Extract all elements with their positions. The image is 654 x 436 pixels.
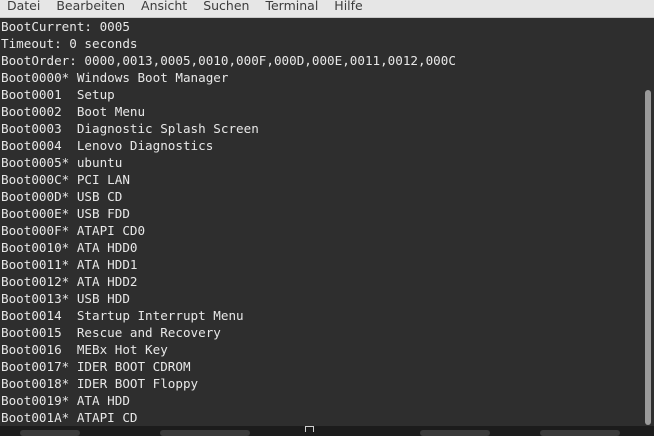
terminal-line: Boot0001 Setup	[1, 87, 115, 102]
terminal-line: Boot0014 Startup Interrupt Menu	[1, 308, 244, 323]
terminal-window: Datei Bearbeiten Ansicht Suchen Terminal…	[0, 0, 654, 436]
desktop-shape	[420, 430, 490, 436]
terminal-line: Boot0016 MEBx Hot Key	[1, 342, 168, 357]
mouse-cursor-icon	[305, 426, 314, 432]
terminal-line: BootOrder: 0000,0013,0005,0010,000F,000D…	[1, 53, 456, 68]
terminal-output[interactable]: BootCurrent: 0005 Timeout: 0 seconds Boo…	[0, 18, 643, 426]
vertical-scrollbar[interactable]	[643, 18, 654, 426]
terminal-line: Boot0017* IDER BOOT CDROM	[1, 359, 191, 374]
terminal-line: Boot0000* Windows Boot Manager	[1, 70, 229, 85]
menu-suchen[interactable]: Suchen	[195, 0, 257, 14]
terminal-line: Boot0004 Lenovo Diagnostics	[1, 138, 214, 153]
menubar: Datei Bearbeiten Ansicht Suchen Terminal…	[0, 0, 654, 18]
terminal-line: Boot001A* ATAPI CD	[1, 410, 138, 425]
terminal-line: Timeout: 0 seconds	[1, 36, 138, 51]
menu-hilfe[interactable]: Hilfe	[326, 0, 370, 14]
menu-ansicht[interactable]: Ansicht	[133, 0, 195, 14]
terminal-line: Boot0015 Rescue and Recovery	[1, 325, 221, 340]
desktop-shape	[160, 430, 250, 436]
terminal-line: Boot0010* ATA HDD0	[1, 240, 138, 255]
terminal-line: Boot000C* PCI LAN	[1, 172, 130, 187]
terminal-line: Boot0018* IDER BOOT Floppy	[1, 376, 199, 391]
menu-terminal[interactable]: Terminal	[257, 0, 326, 14]
terminal-line: Boot0019* ATA HDD	[1, 393, 130, 408]
terminal-line: Boot000E* USB FDD	[1, 206, 130, 221]
terminal-line: Boot0002 Boot Menu	[1, 104, 146, 119]
scrollbar-thumb[interactable]	[645, 90, 651, 425]
desktop-shape	[540, 430, 620, 436]
terminal-line: BootCurrent: 0005	[1, 19, 130, 34]
terminal-line: Boot0003 Diagnostic Splash Screen	[1, 121, 259, 136]
terminal-line: Boot000D* USB CD	[1, 189, 123, 204]
terminal-line: Boot0005* ubuntu	[1, 155, 123, 170]
terminal-line: Boot0011* ATA HDD1	[1, 257, 138, 272]
desktop-background-strip	[0, 426, 654, 436]
menu-bearbeiten[interactable]: Bearbeiten	[48, 0, 133, 14]
terminal-line: Boot000F* ATAPI CD0	[1, 223, 146, 238]
terminal-line: Boot0012* ATA HDD2	[1, 274, 138, 289]
terminal-line: Boot0013* USB HDD	[1, 291, 130, 306]
desktop-shape	[20, 430, 80, 436]
menu-datei[interactable]: Datei	[0, 0, 48, 14]
